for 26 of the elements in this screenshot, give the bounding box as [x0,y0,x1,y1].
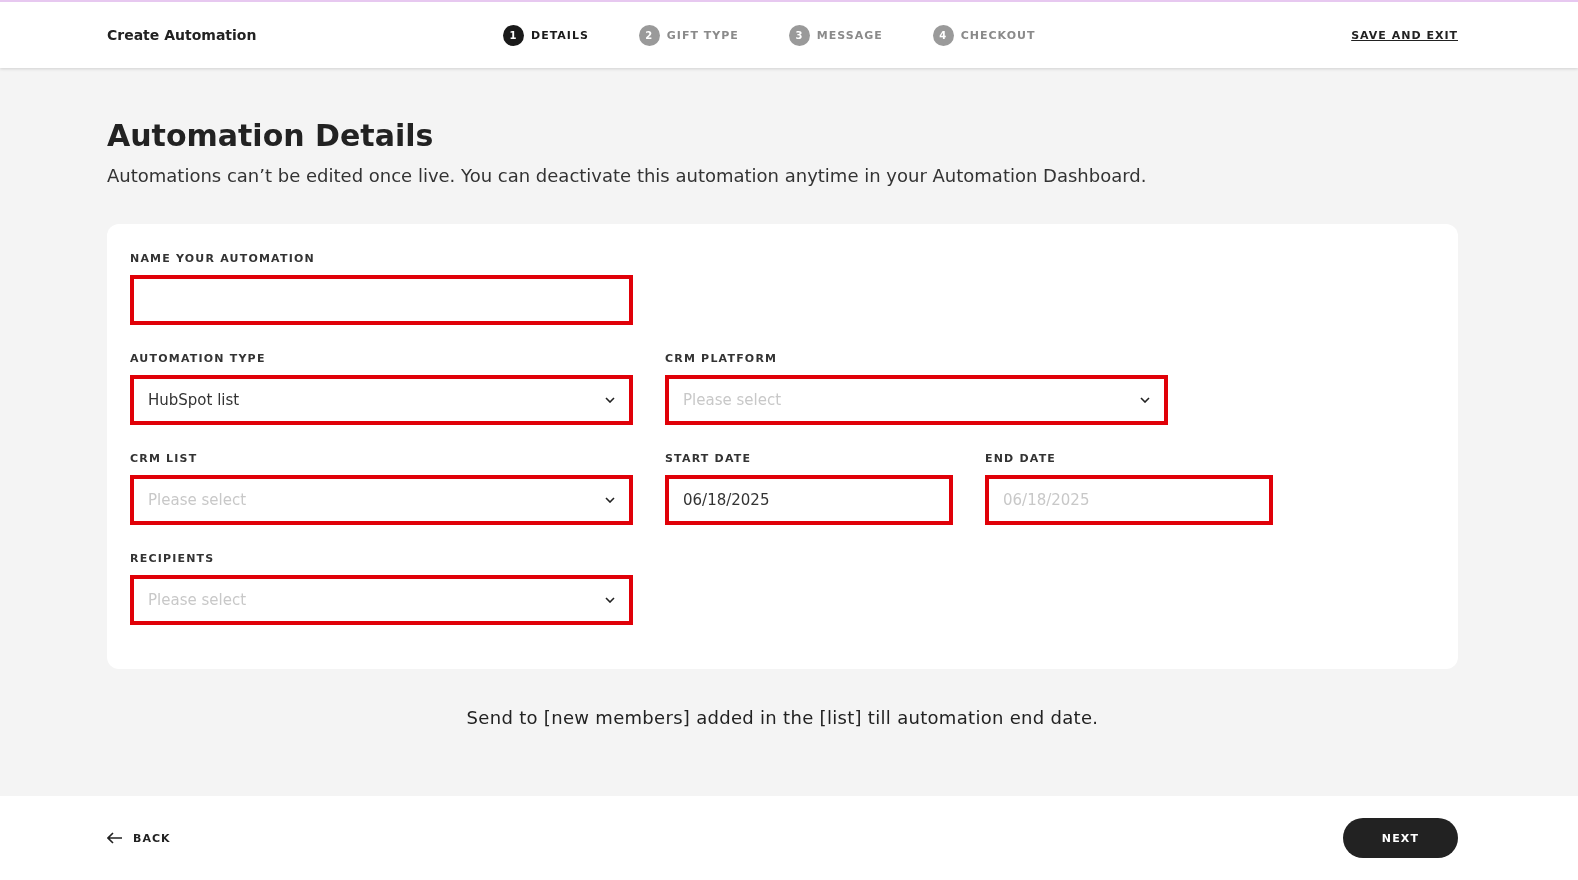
text-input-field[interactable] [130,275,633,325]
field-label: RECIPIENTS [130,552,216,565]
date-input-field[interactable]: 06/18/2025 [665,475,953,525]
save-and-exit-link[interactable]: SAVE AND EXIT [1351,28,1458,42]
field-label: END DATE [985,452,1058,465]
field-label: CRM PLATFORM [665,352,779,365]
info-text: Send to [new members] added in the [list] till automation end date. [465,707,1100,728]
field-label: CRM LIST [130,452,199,465]
chevron-down-icon [605,397,615,403]
heading: Automation Details [107,118,435,153]
step-tab[interactable]: 4 CHECKOUT [932,24,1036,46]
field-label: AUTOMATION TYPE [130,352,267,365]
step-tab[interactable]: 3 MESSAGE [788,24,883,46]
subtitle: Automations can’t be edited once live. You can deactivate this automation anytime in your Automation Dashboard. [107,165,1148,186]
next-button[interactable]: NEXT [1343,818,1458,858]
chevron-down-icon [605,497,615,503]
select-field[interactable]: HubSpot list [130,375,633,425]
arrow-left-icon [107,832,123,844]
chevron-down-icon [605,597,615,603]
page-title: Create Automation [107,27,258,43]
field-label: START DATE [665,452,753,465]
chevron-down-icon [1140,397,1150,403]
step-tab[interactable]: 1 DETAILS [503,24,589,46]
step-tab[interactable]: 2 GIFT TYPE [638,24,739,46]
back-button[interactable]: BACK [107,831,171,845]
field-label: NAME YOUR AUTOMATION [130,252,316,265]
